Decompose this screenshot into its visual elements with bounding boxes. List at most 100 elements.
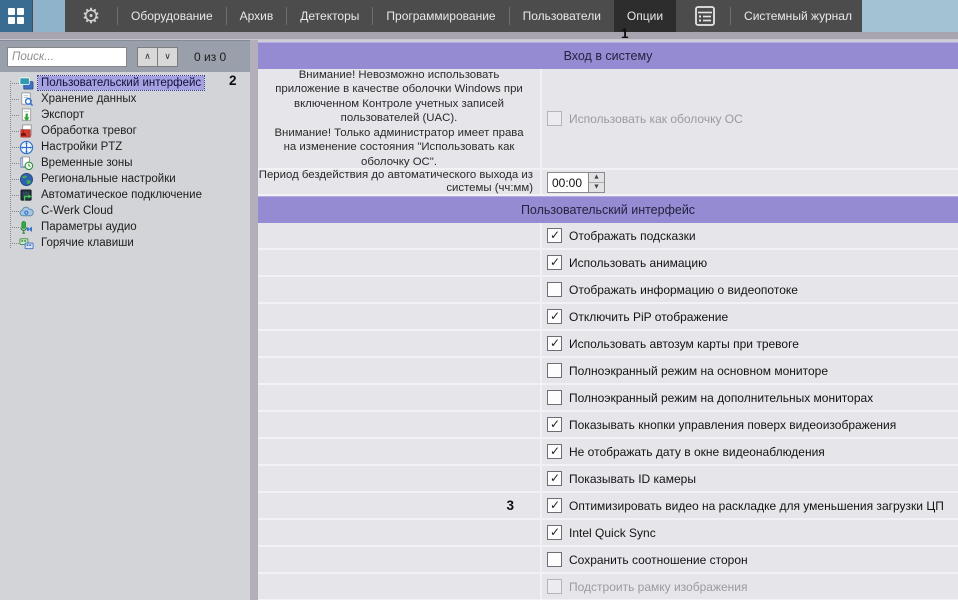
checkbox[interactable] (547, 552, 562, 567)
checkmark-icon: ✓ (550, 472, 560, 484)
option-row-fit-frame: Подстроить рамку изображения (258, 574, 958, 600)
checkmark-icon: ✓ (550, 445, 560, 457)
option-label: Использовать автозум карты при тревоге (569, 337, 799, 351)
search-band: ∧ ∨ 0 из 0 (0, 40, 250, 72)
tree-item-label: Обработка тревог (38, 124, 140, 138)
checkbox[interactable]: ✓ (547, 471, 562, 486)
ptz-icon (19, 140, 34, 155)
tree-item-regional-settings[interactable]: Региональные настройки (0, 171, 250, 187)
apps-grid-icon (7, 7, 25, 25)
checkbox[interactable]: ✓ (547, 525, 562, 540)
checkmark-icon: ✓ (550, 499, 560, 511)
checkmark-icon: ✓ (550, 526, 560, 538)
uac-warning-text: Внимание! Невозможно использовать прилож… (258, 68, 540, 169)
cloud-icon (19, 204, 34, 219)
top-navigation-bar: ⚙ Оборудование Архив Детекторы Программи… (0, 0, 862, 32)
user-interface-icon (19, 76, 34, 91)
checkmark-icon: ✓ (550, 310, 560, 322)
tree-item-alarm-processing[interactable]: Обработка тревог (0, 123, 250, 139)
globe-icon (19, 172, 34, 187)
checkbox (547, 579, 562, 594)
tab-system-journal[interactable]: Системный журнал (731, 0, 865, 32)
spinner-down-button[interactable]: ▼ (589, 183, 604, 192)
option-row-overlay-controls: ✓ Показывать кнопки управления поверх ви… (258, 412, 958, 439)
option-label: Intel Quick Sync (569, 526, 656, 540)
export-icon (19, 108, 34, 123)
tree-item-hotkeys[interactable]: Горячие клавиши (0, 235, 250, 251)
alarm-icon (19, 124, 34, 139)
auto-connection-icon (19, 188, 34, 203)
tab-programming[interactable]: Программирование (373, 0, 508, 32)
checkbox[interactable] (547, 282, 562, 297)
use-as-os-shell-label: Использовать как оболочку ОС (569, 112, 743, 126)
tree-item-cwerk-cloud[interactable]: C-Werk Cloud (0, 203, 250, 219)
callout-2: 2 (229, 73, 237, 88)
options-panel: Вход в систему Внимание! Невозможно испо… (258, 40, 958, 600)
checkbox[interactable]: ✓ (547, 228, 562, 243)
app-window: ⚙ Оборудование Архив Детекторы Программи… (0, 0, 958, 600)
tree-item-label: Параметры аудио (38, 220, 140, 234)
chevron-up-icon: ∧ (144, 52, 151, 62)
tab-detectors[interactable]: Детекторы (287, 0, 372, 32)
option-label: Полноэкранный режим на дополнительных мо… (569, 391, 873, 405)
tree-item-auto-connection[interactable]: Автоматическое подключение (0, 187, 250, 203)
tree-item-label: Хранение данных (38, 92, 139, 106)
checkbox[interactable]: ✓ (547, 309, 562, 324)
tree-item-audio-parameters[interactable]: Параметры аудио (0, 219, 250, 235)
apps-grid-button[interactable] (0, 0, 32, 32)
shell-warning-row: Внимание! Невозможно использовать прилож… (258, 69, 958, 170)
settings-tree: Пользовательский интерфейс Хранение данн… (0, 72, 250, 251)
hotkeys-icon (19, 236, 34, 251)
checkbox[interactable] (547, 390, 562, 405)
option-row-aspect-ratio: Сохранить соотношение сторон (258, 547, 958, 574)
search-input[interactable] (7, 47, 127, 67)
idle-period-value[interactable]: 00:00 (548, 173, 588, 192)
tree-item-label: C-Werk Cloud (38, 204, 116, 218)
settings-sidebar: ∧ ∨ 0 из 0 Пользовательский интерфейс (0, 40, 250, 600)
idle-period-spinner[interactable]: 00:00 ▲ ▼ (547, 172, 605, 193)
search-prev-button[interactable]: ∧ (137, 47, 158, 67)
tab-users[interactable]: Пользователи (510, 0, 614, 32)
search-next-button[interactable]: ∨ (157, 47, 178, 67)
tree-item-ptz-settings[interactable]: Настройки PTZ (0, 139, 250, 155)
triangle-up-icon: ▲ (594, 174, 598, 180)
settings-gear-button[interactable]: ⚙ (65, 0, 117, 32)
checkmark-icon: ✓ (550, 337, 560, 349)
option-row-fullscreen-main: Полноэкранный режим на основном мониторе (258, 358, 958, 385)
checkbox[interactable]: ✓ (547, 498, 562, 513)
tree-item-time-zones[interactable]: Временные зоны (0, 155, 250, 171)
tree-item-storage[interactable]: Хранение данных (0, 91, 250, 107)
option-label: Сохранить соотношение сторон (569, 553, 748, 567)
section-header-login: Вход в систему (258, 42, 958, 69)
audio-icon (19, 220, 34, 235)
tab-archive[interactable]: Архив (227, 0, 287, 32)
checkbox[interactable]: ✓ (547, 255, 562, 270)
checkbox[interactable]: ✓ (547, 444, 562, 459)
layout-tile[interactable] (33, 0, 65, 32)
tree-item-label: Горячие клавиши (38, 236, 137, 250)
option-label: Отображать информацию о видеопотоке (569, 283, 798, 297)
search-result-counter: 0 из 0 (194, 50, 226, 64)
option-row-fullscreen-additional: Полноэкранный режим на дополнительных мо… (258, 385, 958, 412)
checkbox[interactable]: ✓ (547, 336, 562, 351)
option-row-optimize-video: 3 ✓ Оптимизировать видео на раскладке дл… (258, 493, 958, 520)
callout-3: 3 (506, 498, 514, 513)
option-row-camera-id: ✓ Показывать ID камеры (258, 466, 958, 493)
system-journal-button[interactable] (690, 3, 720, 29)
checkbox[interactable]: ✓ (547, 417, 562, 432)
tree-item-label: Пользовательский интерфейс (38, 76, 204, 90)
section-title: Вход в систему (564, 49, 653, 63)
option-row-animation: ✓ Использовать анимацию (258, 250, 958, 277)
use-as-os-shell-checkbox (547, 111, 562, 126)
spinner-up-button[interactable]: ▲ (589, 173, 604, 183)
topbar-corner-background (862, 0, 958, 34)
section-title: Пользовательский интерфейс (521, 203, 695, 217)
tab-equipment[interactable]: Оборудование (118, 0, 226, 32)
tree-item-user-interface[interactable]: Пользовательский интерфейс (0, 75, 250, 91)
tree-item-export[interactable]: Экспорт (0, 107, 250, 123)
tree-item-label: Региональные настройки (38, 172, 179, 186)
option-row-pip: ✓ Отключить PiP отображение (258, 304, 958, 331)
checkbox[interactable] (547, 363, 562, 378)
tree-item-label: Автоматическое подключение (38, 188, 205, 202)
pane-splitter (250, 40, 258, 600)
